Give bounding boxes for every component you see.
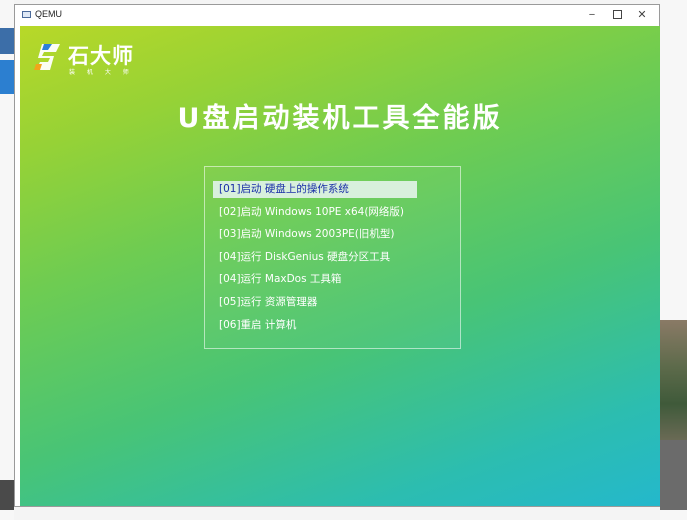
boot-menu-item[interactable]: [04]运行 MaxDos 工具箱 — [213, 271, 417, 288]
boot-menu-item[interactable]: [03]启动 Windows 2003PE(旧机型) — [213, 226, 417, 243]
maximize-icon — [612, 9, 622, 19]
logo-mark-icon — [34, 44, 60, 70]
desktop-left-edge — [0, 0, 14, 520]
desktop-taskbar-fragment — [0, 28, 14, 54]
desktop-window-fragment — [0, 480, 14, 510]
brand-logo: 石大师 装 机 大 师 — [34, 42, 144, 78]
qemu-app-icon — [22, 11, 31, 18]
close-button[interactable]: ✕ — [630, 7, 654, 23]
minimize-button[interactable]: − — [580, 7, 604, 23]
qemu-window[interactable]: QEMU − ✕ 石大师 装 机 大 师 U盘启动装机工具全能版 [01]启动 … — [14, 4, 660, 507]
desktop-wallpaper-fragment — [660, 440, 687, 510]
guest-display[interactable]: 石大师 装 机 大 师 U盘启动装机工具全能版 [01]启动 硬盘上的操作系统[… — [20, 26, 660, 506]
title-bar[interactable]: QEMU − ✕ — [15, 5, 659, 26]
boot-menu-list: [01]启动 硬盘上的操作系统 [02]启动 Windows 10PE x64(网… — [213, 181, 417, 339]
window-title: QEMU — [35, 9, 62, 19]
boot-menu-item[interactable]: [02]启动 Windows 10PE x64(网络版) — [213, 204, 417, 221]
page-title: U盘启动装机工具全能版 — [177, 103, 503, 134]
maximize-button[interactable] — [605, 7, 629, 23]
boot-menu-item[interactable]: [01]启动 硬盘上的操作系统 — [213, 181, 417, 198]
boot-menu-item[interactable]: [05]运行 资源管理器 — [213, 294, 417, 311]
boot-menu-item[interactable]: [06]重启 计算机 — [213, 317, 417, 334]
boot-menu-item[interactable]: [04]运行 DiskGenius 硬盘分区工具 — [213, 249, 417, 266]
desktop-wallpaper-fragment — [660, 320, 687, 440]
desktop-right-edge — [660, 0, 687, 520]
desktop-window-fragment — [0, 60, 14, 94]
logo-subtitle: 装 机 大 师 — [69, 69, 134, 76]
logo-name: 石大师 — [68, 44, 134, 68]
boot-menu: [01]启动 硬盘上的操作系统 [02]启动 Windows 10PE x64(网… — [204, 166, 461, 349]
